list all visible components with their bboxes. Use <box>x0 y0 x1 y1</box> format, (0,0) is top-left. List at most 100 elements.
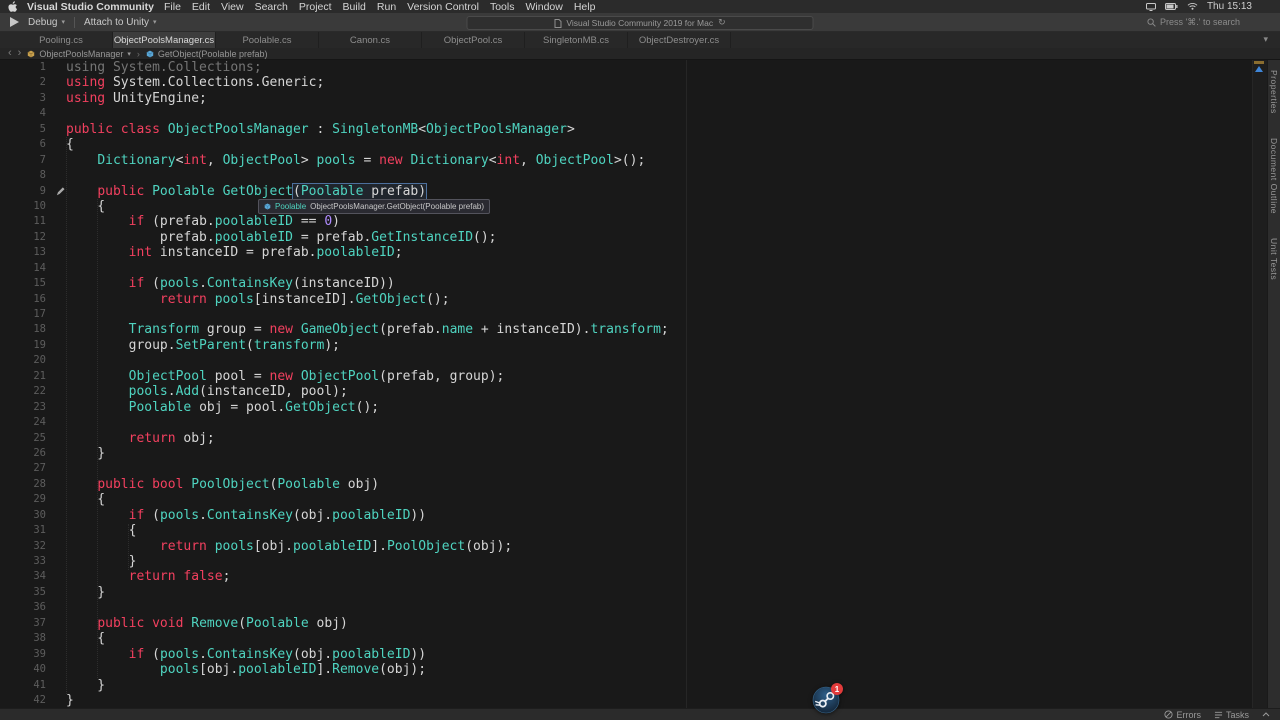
code-line-36[interactable]: 36 <box>0 600 1252 615</box>
code-line-6[interactable]: 6{ <box>0 137 1252 152</box>
code-line-26[interactable]: 26 } <box>0 446 1252 461</box>
code-line-29[interactable]: 29 { <box>0 492 1252 507</box>
tab-Pooling.cs[interactable]: Pooling.cs <box>10 32 113 48</box>
code-line-20[interactable]: 20 <box>0 353 1252 368</box>
code-line-19[interactable]: 19 group.SetParent(transform); <box>0 338 1252 353</box>
code-line-2[interactable]: 2 using System.Collections.Generic; <box>0 75 1252 90</box>
tab-ObjectPool.cs[interactable]: ObjectPool.cs <box>422 32 525 48</box>
code-editor[interactable]: 1 using System.Collections; 2 using System.… <box>0 60 1252 708</box>
breadcrumb-method[interactable]: GetObject(Poolable prefab) <box>146 49 267 59</box>
code-line-12[interactable]: 12 prefab.poolableID = prefab.GetInstanc… <box>0 230 1252 245</box>
line-number: 11 <box>33 215 46 228</box>
code-line-42[interactable]: 42} <box>0 693 1252 708</box>
code-line-39[interactable]: 39 if (pools.ContainsKey(obj.poolableID)… <box>0 647 1252 662</box>
menu-item-build[interactable]: Build <box>343 1 366 13</box>
code-line-37[interactable]: 37 public void Remove(Poolable obj) <box>0 616 1252 631</box>
code-line-33[interactable]: 33 } <box>0 554 1252 569</box>
code-line-41[interactable]: 41 } <box>0 678 1252 693</box>
line-number: 3 <box>39 91 46 104</box>
tab-ObjectDestroyer.cs[interactable]: ObjectDestroyer.cs <box>628 32 731 48</box>
code-line-3[interactable]: 3 using UnityEngine; <box>0 91 1252 106</box>
chevron-up-icon[interactable] <box>1262 712 1270 717</box>
tab-ObjectPoolsManager.cs[interactable]: × ObjectPoolsManager.cs <box>113 32 216 48</box>
code-line-38[interactable]: 38 { <box>0 631 1252 646</box>
code-line-15[interactable]: 15 if (pools.ContainsKey(instanceID)) <box>0 276 1252 291</box>
menu-item-help[interactable]: Help <box>574 1 596 13</box>
code-text: { <box>66 137 74 153</box>
scrollbar-change-mark <box>1254 61 1264 64</box>
code-line-32[interactable]: 32 return pools[obj.poolableID].PoolObje… <box>0 539 1252 554</box>
code-line-30[interactable]: 30 if (pools.ContainsKey(obj.poolableID)… <box>0 508 1252 523</box>
code-line-35[interactable]: 35 } <box>0 585 1252 600</box>
code-line-28[interactable]: 28 public bool PoolObject(Poolable obj) <box>0 477 1252 492</box>
code-line-16[interactable]: 16 return pools[instanceID].GetObject(); <box>0 292 1252 307</box>
tab-overflow-icon[interactable]: ▾ <box>1263 34 1268 45</box>
code-line-24[interactable]: 24 <box>0 415 1252 430</box>
code-line-9[interactable]: 9 public Poolable GetObject(Poolable pre… <box>0 182 1252 200</box>
steam-app-icon[interactable]: 1 <box>812 683 843 714</box>
code-line-22[interactable]: 22 pools.Add(instanceID, pool); <box>0 384 1252 399</box>
tasks-button[interactable]: Tasks <box>1214 710 1249 720</box>
search-placeholder: Press '⌘.' to search <box>1160 16 1240 27</box>
menu-items: File Edit View Search Project Build Run Version… <box>164 1 595 13</box>
code-text: } <box>66 677 106 693</box>
code-line-27[interactable]: 27 <box>0 461 1252 476</box>
breadcrumb-class[interactable]: ObjectPoolsManager ▾ <box>27 49 131 59</box>
code-text: using System.Collections.Generic; <box>66 75 325 91</box>
code-text: using UnityEngine; <box>66 90 207 106</box>
navigate-forward-icon[interactable]: › <box>18 48 22 59</box>
menu-item-version-control[interactable]: Version Control <box>407 1 479 13</box>
code-line-25[interactable]: 25 return obj; <box>0 431 1252 446</box>
menu-item-tools[interactable]: Tools <box>490 1 515 13</box>
run-target-dropdown[interactable]: Attach to Unity ▾ <box>84 17 157 28</box>
side-tab-unit-tests[interactable]: Unit Tests <box>1269 238 1279 280</box>
wifi-icon[interactable] <box>1187 2 1198 11</box>
code-line-21[interactable]: 21 ObjectPool pool = new ObjectPool(pref… <box>0 369 1252 384</box>
errors-label: Errors <box>1176 709 1201 720</box>
chevron-down-icon: ▾ <box>127 50 131 58</box>
line-number: 15 <box>33 277 46 290</box>
breadcrumb-class-label: ObjectPoolsManager <box>39 48 124 59</box>
code-line-13[interactable]: 13 int instanceID = prefab.poolableID; <box>0 245 1252 260</box>
run-button[interactable] <box>10 17 19 27</box>
code-line-4[interactable]: 4 <box>0 106 1252 121</box>
menu-item-project[interactable]: Project <box>299 1 332 13</box>
display-icon[interactable] <box>1145 2 1156 11</box>
tab-Poolable.cs[interactable]: Poolable.cs <box>216 32 319 48</box>
close-tab-icon[interactable]: × <box>119 35 124 45</box>
menu-item-file[interactable]: File <box>164 1 181 13</box>
code-line-40[interactable]: 40 pools[obj.poolableID].Remove(obj); <box>0 662 1252 677</box>
code-line-14[interactable]: 14 <box>0 261 1252 276</box>
side-tab-properties[interactable]: Properties <box>1269 70 1279 114</box>
code-text: { <box>66 492 106 508</box>
app-menu-title[interactable]: Visual Studio Community <box>27 1 154 13</box>
code-line-8[interactable]: 8 <box>0 168 1252 183</box>
editor-scrollbar[interactable] <box>1252 60 1267 708</box>
configuration-dropdown[interactable]: Debug ▾ <box>28 17 65 28</box>
code-line-34[interactable]: 34 return false; <box>0 569 1252 584</box>
menu-item-search[interactable]: Search <box>255 1 288 13</box>
tab-SingletonMB.cs[interactable]: SingletonMB.cs <box>525 32 628 48</box>
refresh-icon[interactable]: ↻ <box>718 18 726 28</box>
code-line-17[interactable]: 17 <box>0 307 1252 322</box>
menu-item-edit[interactable]: Edit <box>192 1 210 13</box>
code-line-31[interactable]: 31 { <box>0 523 1252 538</box>
menu-item-window[interactable]: Window <box>525 1 562 13</box>
code-line-11[interactable]: 11 if (prefab.poolableID == 0) <box>0 214 1252 229</box>
code-line-7[interactable]: 7 Dictionary<int, ObjectPool> pools = ne… <box>0 153 1252 168</box>
code-line-18[interactable]: 18 Transform group = new GameObject(pref… <box>0 322 1252 337</box>
code-line-10[interactable]: 10 { <box>0 199 1252 214</box>
apple-menu-icon[interactable] <box>8 1 17 12</box>
code-line-5[interactable]: 5 public class ObjectPoolsManager : Singl… <box>0 122 1252 137</box>
global-search-field[interactable]: Press '⌘.' to search <box>1147 13 1240 31</box>
menu-item-view[interactable]: View <box>221 1 244 13</box>
tab-Canon.cs[interactable]: Canon.cs <box>319 32 422 48</box>
battery-icon[interactable] <box>1164 3 1178 10</box>
code-line-1[interactable]: 1 using System.Collections; <box>0 60 1252 75</box>
code-line-23[interactable]: 23 Poolable obj = pool.GetObject(); <box>0 400 1252 415</box>
errors-button[interactable]: Errors <box>1164 710 1201 720</box>
navigate-back-icon[interactable]: ‹ <box>8 48 12 59</box>
menu-item-run[interactable]: Run <box>377 1 396 13</box>
menu-bar-clock[interactable]: Thu 15:13 <box>1207 1 1252 12</box>
side-tab-document-outline[interactable]: Document Outline <box>1269 138 1279 214</box>
